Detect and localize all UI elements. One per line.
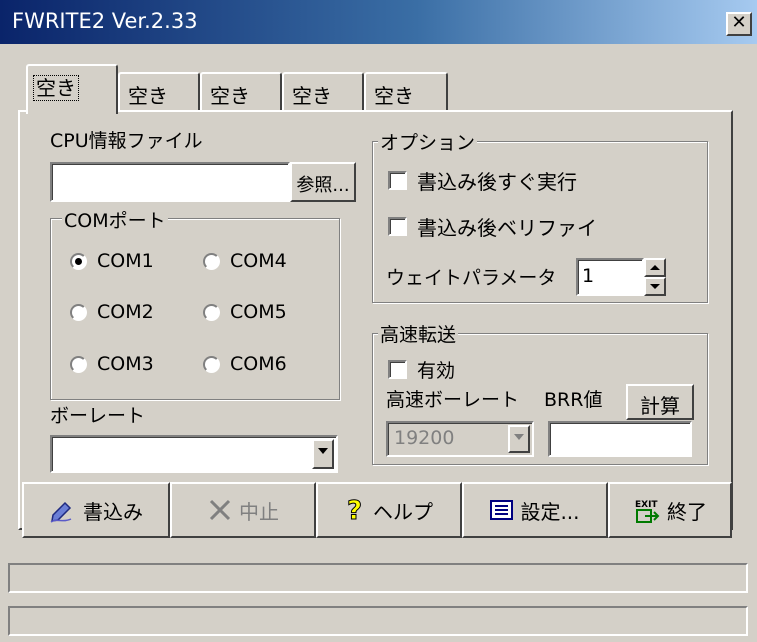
- stop-label: 中止: [239, 499, 279, 524]
- radio-button: [203, 252, 220, 270]
- checkbox-box: [388, 217, 407, 236]
- radio-com2-label: COM2: [97, 301, 154, 323]
- radio-com4[interactable]: COM4: [203, 250, 287, 272]
- chevron-up-icon: [650, 265, 660, 270]
- exit-icon-text: EXIT: [635, 500, 658, 510]
- radio-com6[interactable]: COM6: [203, 353, 287, 375]
- radio-com5[interactable]: COM5: [203, 301, 287, 323]
- cpu-info-input[interactable]: [50, 162, 290, 202]
- tab-3-label: 空き: [210, 84, 250, 108]
- list-icon: [490, 500, 514, 520]
- write-label: 書込み: [83, 499, 143, 524]
- pen-icon: [50, 501, 72, 523]
- high-speed-label: 高速転送: [378, 320, 459, 347]
- question-icon: ?: [347, 496, 363, 524]
- radio-button: [203, 303, 220, 321]
- x-icon: [209, 499, 231, 521]
- window-title: FWRITE2 Ver.2.33: [12, 9, 198, 33]
- spin-down-button[interactable]: [644, 277, 666, 296]
- browse-button[interactable]: 参照...: [290, 162, 356, 202]
- settings-label: 設定...: [520, 499, 580, 524]
- high-speed-baud-value: 19200: [394, 427, 455, 449]
- com-port-label: COMポート: [62, 206, 168, 233]
- radio-com4-label: COM4: [230, 250, 287, 272]
- radio-com1-label: COM1: [97, 250, 154, 272]
- radio-button: [70, 355, 87, 373]
- chevron-down-icon: [318, 448, 328, 454]
- status-bar-2: [8, 606, 748, 636]
- brr-input[interactable]: [548, 421, 692, 457]
- status-bar-1: [8, 563, 748, 593]
- tab-2[interactable]: 空き: [118, 72, 200, 112]
- high-speed-baud-label: 高速ボーレート: [386, 389, 520, 411]
- radio-com3-label: COM3: [97, 353, 154, 375]
- tab-4[interactable]: 空き: [282, 72, 364, 112]
- radio-com1[interactable]: COM1: [70, 250, 154, 272]
- stop-button[interactable]: 中止: [170, 482, 316, 538]
- exit-button[interactable]: EXIT 終了: [608, 482, 732, 538]
- svg-text:?: ?: [347, 496, 362, 524]
- chevron-down-icon: [514, 434, 524, 440]
- tab-1[interactable]: 空き: [26, 64, 118, 114]
- help-button[interactable]: ? ヘルプ: [316, 482, 462, 538]
- tab-4-label: 空き: [292, 84, 332, 108]
- run-after-write-checkbox[interactable]: 書込み後すぐ実行: [388, 166, 577, 195]
- wait-param-input[interactable]: 1: [576, 258, 644, 296]
- baud-rate-select[interactable]: [50, 435, 338, 473]
- options-label: オプション: [378, 128, 478, 155]
- checkbox-box: [388, 171, 407, 190]
- high-speed-baud-dropdown-button[interactable]: [508, 425, 530, 453]
- radio-com2[interactable]: COM2: [70, 301, 154, 323]
- title-bar: FWRITE2 Ver.2.33 ✕: [0, 0, 757, 44]
- baud-rate-label: ボーレート: [50, 405, 146, 427]
- radio-button: [70, 252, 87, 270]
- settings-button[interactable]: 設定...: [462, 482, 608, 538]
- verify-after-write-label: 書込み後ベリファイ: [417, 216, 597, 240]
- close-button[interactable]: ✕: [726, 12, 752, 36]
- run-after-write-label: 書込み後すぐ実行: [417, 170, 577, 194]
- high-speed-enable-label: 有効: [417, 360, 456, 382]
- exit-icon: EXIT: [635, 500, 660, 523]
- calc-button[interactable]: 計算: [626, 384, 694, 420]
- write-button[interactable]: 書込み: [22, 482, 170, 538]
- radio-com5-label: COM5: [230, 301, 287, 323]
- wait-param-label: ウェイトパラメータ: [386, 267, 557, 289]
- spin-up-button[interactable]: [644, 258, 666, 277]
- verify-after-write-checkbox[interactable]: 書込み後ベリファイ: [388, 212, 597, 241]
- tab-5-label: 空き: [374, 84, 414, 108]
- high-speed-baud-select[interactable]: 19200: [386, 421, 534, 457]
- radio-com6-label: COM6: [230, 353, 287, 375]
- radio-button: [203, 355, 220, 373]
- close-icon: ✕: [731, 12, 747, 33]
- baud-rate-dropdown-button[interactable]: [312, 439, 334, 469]
- brr-label: BRR値: [544, 389, 603, 411]
- radio-button: [70, 303, 87, 321]
- tab-1-label: 空き: [33, 75, 79, 101]
- tab-2-label: 空き: [128, 84, 168, 108]
- high-speed-enable-checkbox[interactable]: 有効: [388, 356, 455, 383]
- exit-label: 終了: [667, 499, 707, 524]
- tab-5[interactable]: 空き: [364, 72, 448, 112]
- checkbox-box: [388, 360, 407, 379]
- tab-3[interactable]: 空き: [200, 72, 282, 112]
- radio-com3[interactable]: COM3: [70, 353, 154, 375]
- help-label: ヘルプ: [373, 499, 433, 524]
- chevron-down-icon: [650, 284, 660, 289]
- cpu-info-label: CPU情報ファイル: [50, 130, 203, 152]
